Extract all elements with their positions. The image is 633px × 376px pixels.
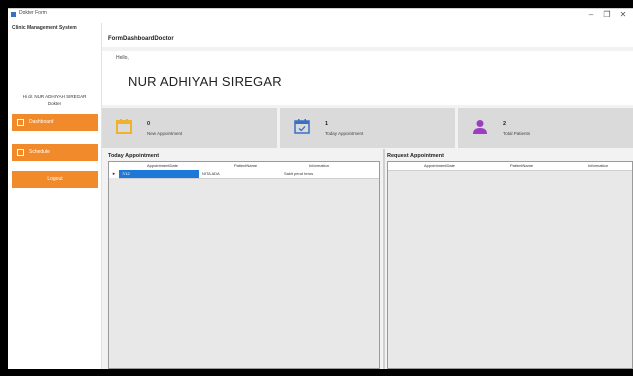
calendar-icon [116, 119, 132, 134]
minimize-button[interactable]: – [584, 9, 598, 21]
cell-patient[interactable]: NITA ADA [202, 171, 220, 176]
table-row[interactable]: 7/12 NITA ADA Sakit perut terus [119, 170, 379, 179]
brand-label: Clinic Management System [12, 25, 77, 31]
panel-divider [383, 149, 385, 369]
schedule-button[interactable]: Schedule [12, 144, 98, 161]
sidebar: Clinic Management System Hi dr. NUR ADHI… [8, 23, 102, 369]
greeting-label: Hello, [116, 55, 129, 61]
calendar-check-icon [294, 119, 310, 134]
stat-count: 2 [503, 121, 507, 127]
stat-count: 1 [325, 121, 329, 127]
stat-label: New Appointment [147, 131, 183, 136]
column-header[interactable]: Information [588, 163, 608, 168]
stat-total-patients[interactable]: 2 Total Patients [458, 108, 633, 148]
title-bar: Dokter Form – ❐ ✕ [8, 9, 633, 23]
column-header[interactable]: AppointmentDate [424, 163, 455, 168]
user-panel: Hello, NUR ADHIYAH SIREGAR [102, 51, 633, 105]
column-header[interactable]: PatientName [510, 163, 533, 168]
maximize-button[interactable]: ❐ [600, 9, 614, 21]
selected-cell[interactable]: 7/12 [119, 170, 199, 178]
stat-label: Total Patients [503, 131, 531, 136]
user-icon [473, 120, 487, 134]
user-name: NUR ADHIYAH SIREGAR [128, 74, 282, 89]
today-appointment-grid[interactable]: AppointmentDate PatientName Information … [108, 161, 380, 369]
column-header[interactable]: AppointmentDate [147, 163, 178, 168]
app-window: Dokter Form – ❐ ✕ Clinic Management Syst… [8, 8, 633, 369]
dashboard-button-label: Dashboard [29, 119, 54, 125]
welcome-role: Dokter [47, 101, 62, 106]
calendar-icon [17, 149, 24, 156]
welcome-name: Hi dr. NUR ADHIYAH SIREGAR [22, 94, 87, 99]
logout-button[interactable]: Logout [12, 171, 98, 188]
column-header[interactable]: PatientName [234, 163, 257, 168]
dashboard-icon [17, 119, 24, 126]
cell-information[interactable]: Sakit perut terus [284, 171, 313, 176]
header: FormDashboardDoctor [102, 23, 633, 47]
form-title: FormDashboardDoctor [108, 36, 174, 42]
welcome-text: Hi dr. NUR ADHIYAH SIREGAR Dokter [8, 93, 101, 107]
today-appointment-title: Today Appointment [108, 153, 160, 159]
schedule-button-label: Schedule [29, 149, 50, 155]
stat-today-appointment[interactable]: 1 Today Appointment [280, 108, 455, 148]
request-appointment-title: Request Appointment [387, 153, 444, 159]
stat-label: Today Appointment [325, 131, 364, 136]
logout-button-label: Logout [47, 176, 63, 182]
column-header[interactable]: Information [309, 163, 329, 168]
main-content: FormDashboardDoctor Hello, NUR ADHIYAH S… [102, 23, 633, 369]
stat-new-appointment[interactable]: 0 New Appointment [102, 108, 277, 148]
request-appointment-grid[interactable]: AppointmentDate PatientName Information [387, 161, 633, 369]
grid-header: AppointmentDate PatientName Information [388, 162, 632, 171]
cell-date: 7/12 [122, 171, 130, 176]
close-button[interactable]: ✕ [616, 9, 630, 21]
dashboard-button[interactable]: Dashboard [12, 114, 98, 131]
stats-row: 0 New Appointment 1 Today Appointment 2 … [102, 108, 633, 148]
window-title: Dokter Form [19, 10, 47, 16]
app-icon [11, 12, 16, 17]
stat-count: 0 [147, 121, 151, 127]
